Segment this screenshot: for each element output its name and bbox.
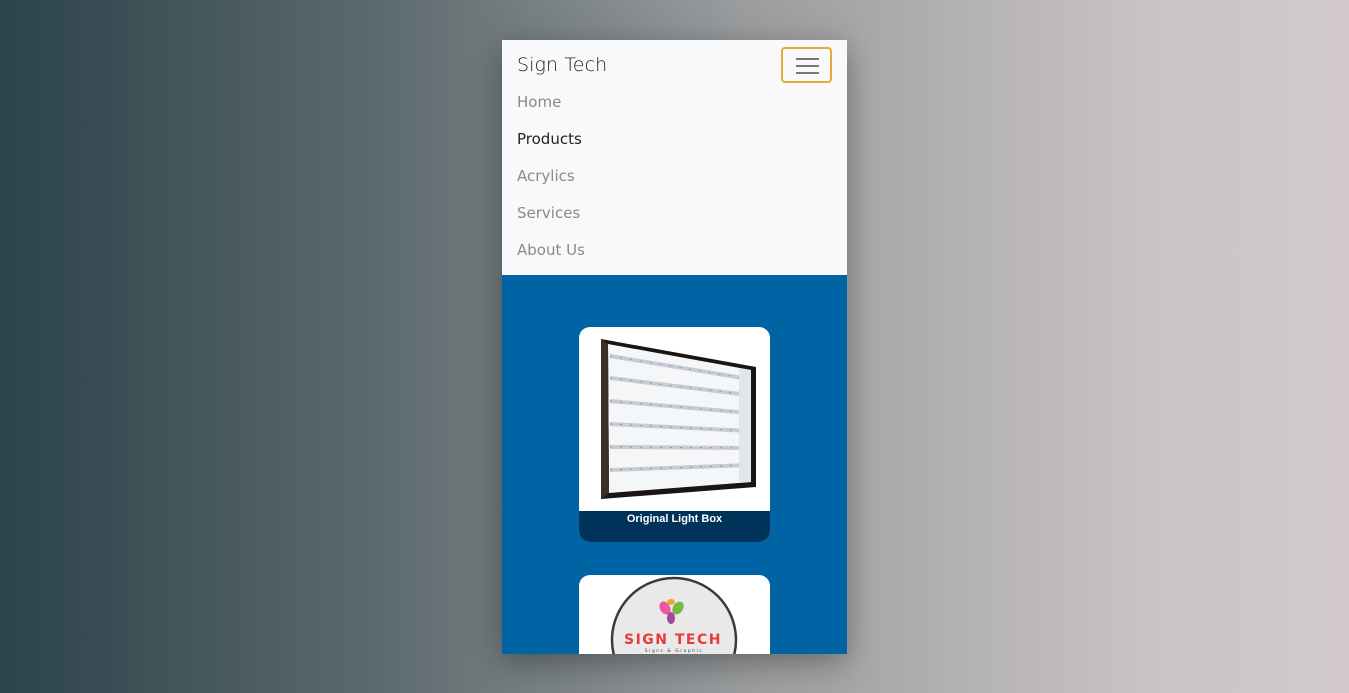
logo-subtext: Signs & Graphic xyxy=(645,648,704,654)
product-card[interactable]: SIGN TECH Signs & Graphic xyxy=(579,575,770,654)
light-box-image xyxy=(601,339,756,499)
nav-item-about-us[interactable]: About Us xyxy=(517,240,585,277)
nav-item-acrylics[interactable]: Acrylics xyxy=(517,166,585,203)
product-card[interactable]: Original Light Box xyxy=(579,327,770,542)
navbar-brand[interactable]: Sign Tech xyxy=(517,54,607,76)
navbar-toggler-button[interactable] xyxy=(781,47,832,83)
product-caption: Original Light Box xyxy=(579,511,770,542)
logo-text: SIGN TECH xyxy=(624,632,722,648)
nav-item-services[interactable]: Services xyxy=(517,203,585,240)
nav-item-products[interactable]: Products xyxy=(517,129,585,166)
sign-tech-logo-image: SIGN TECH Signs & Graphic xyxy=(610,576,738,654)
navbar: Sign Tech Home Products Acrylics Service… xyxy=(502,40,847,275)
nav-menu: Home Products Acrylics Services About Us xyxy=(517,92,585,277)
mobile-viewport: Sign Tech Home Products Acrylics Service… xyxy=(502,40,847,654)
nav-item-home[interactable]: Home xyxy=(517,92,585,129)
